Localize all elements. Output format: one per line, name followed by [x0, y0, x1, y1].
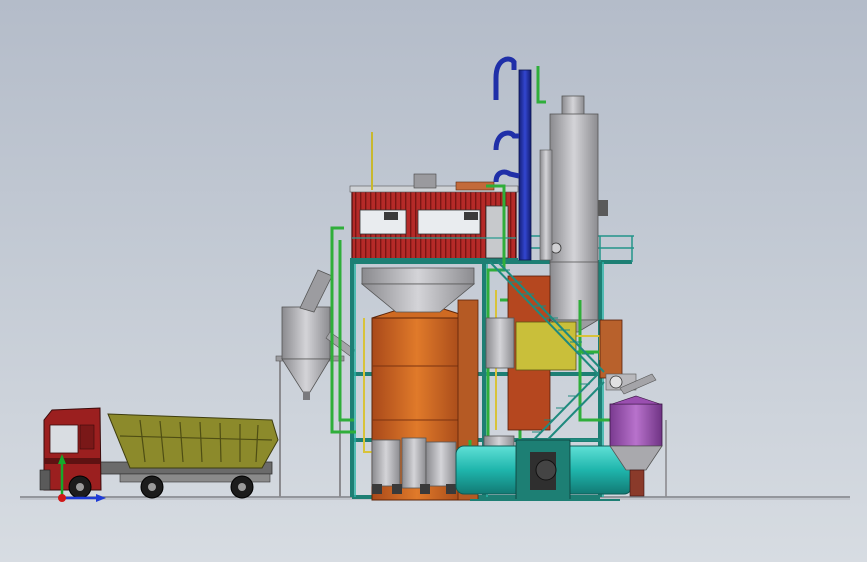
buffer-tank[interactable] — [485, 317, 515, 369]
cone-bin[interactable] — [360, 267, 476, 313]
cad-viewport[interactable] — [0, 0, 867, 562]
rotary-dryer[interactable] — [455, 439, 633, 501]
coordinate-triad-icon — [58, 454, 106, 502]
plant-model[interactable] — [0, 0, 867, 562]
